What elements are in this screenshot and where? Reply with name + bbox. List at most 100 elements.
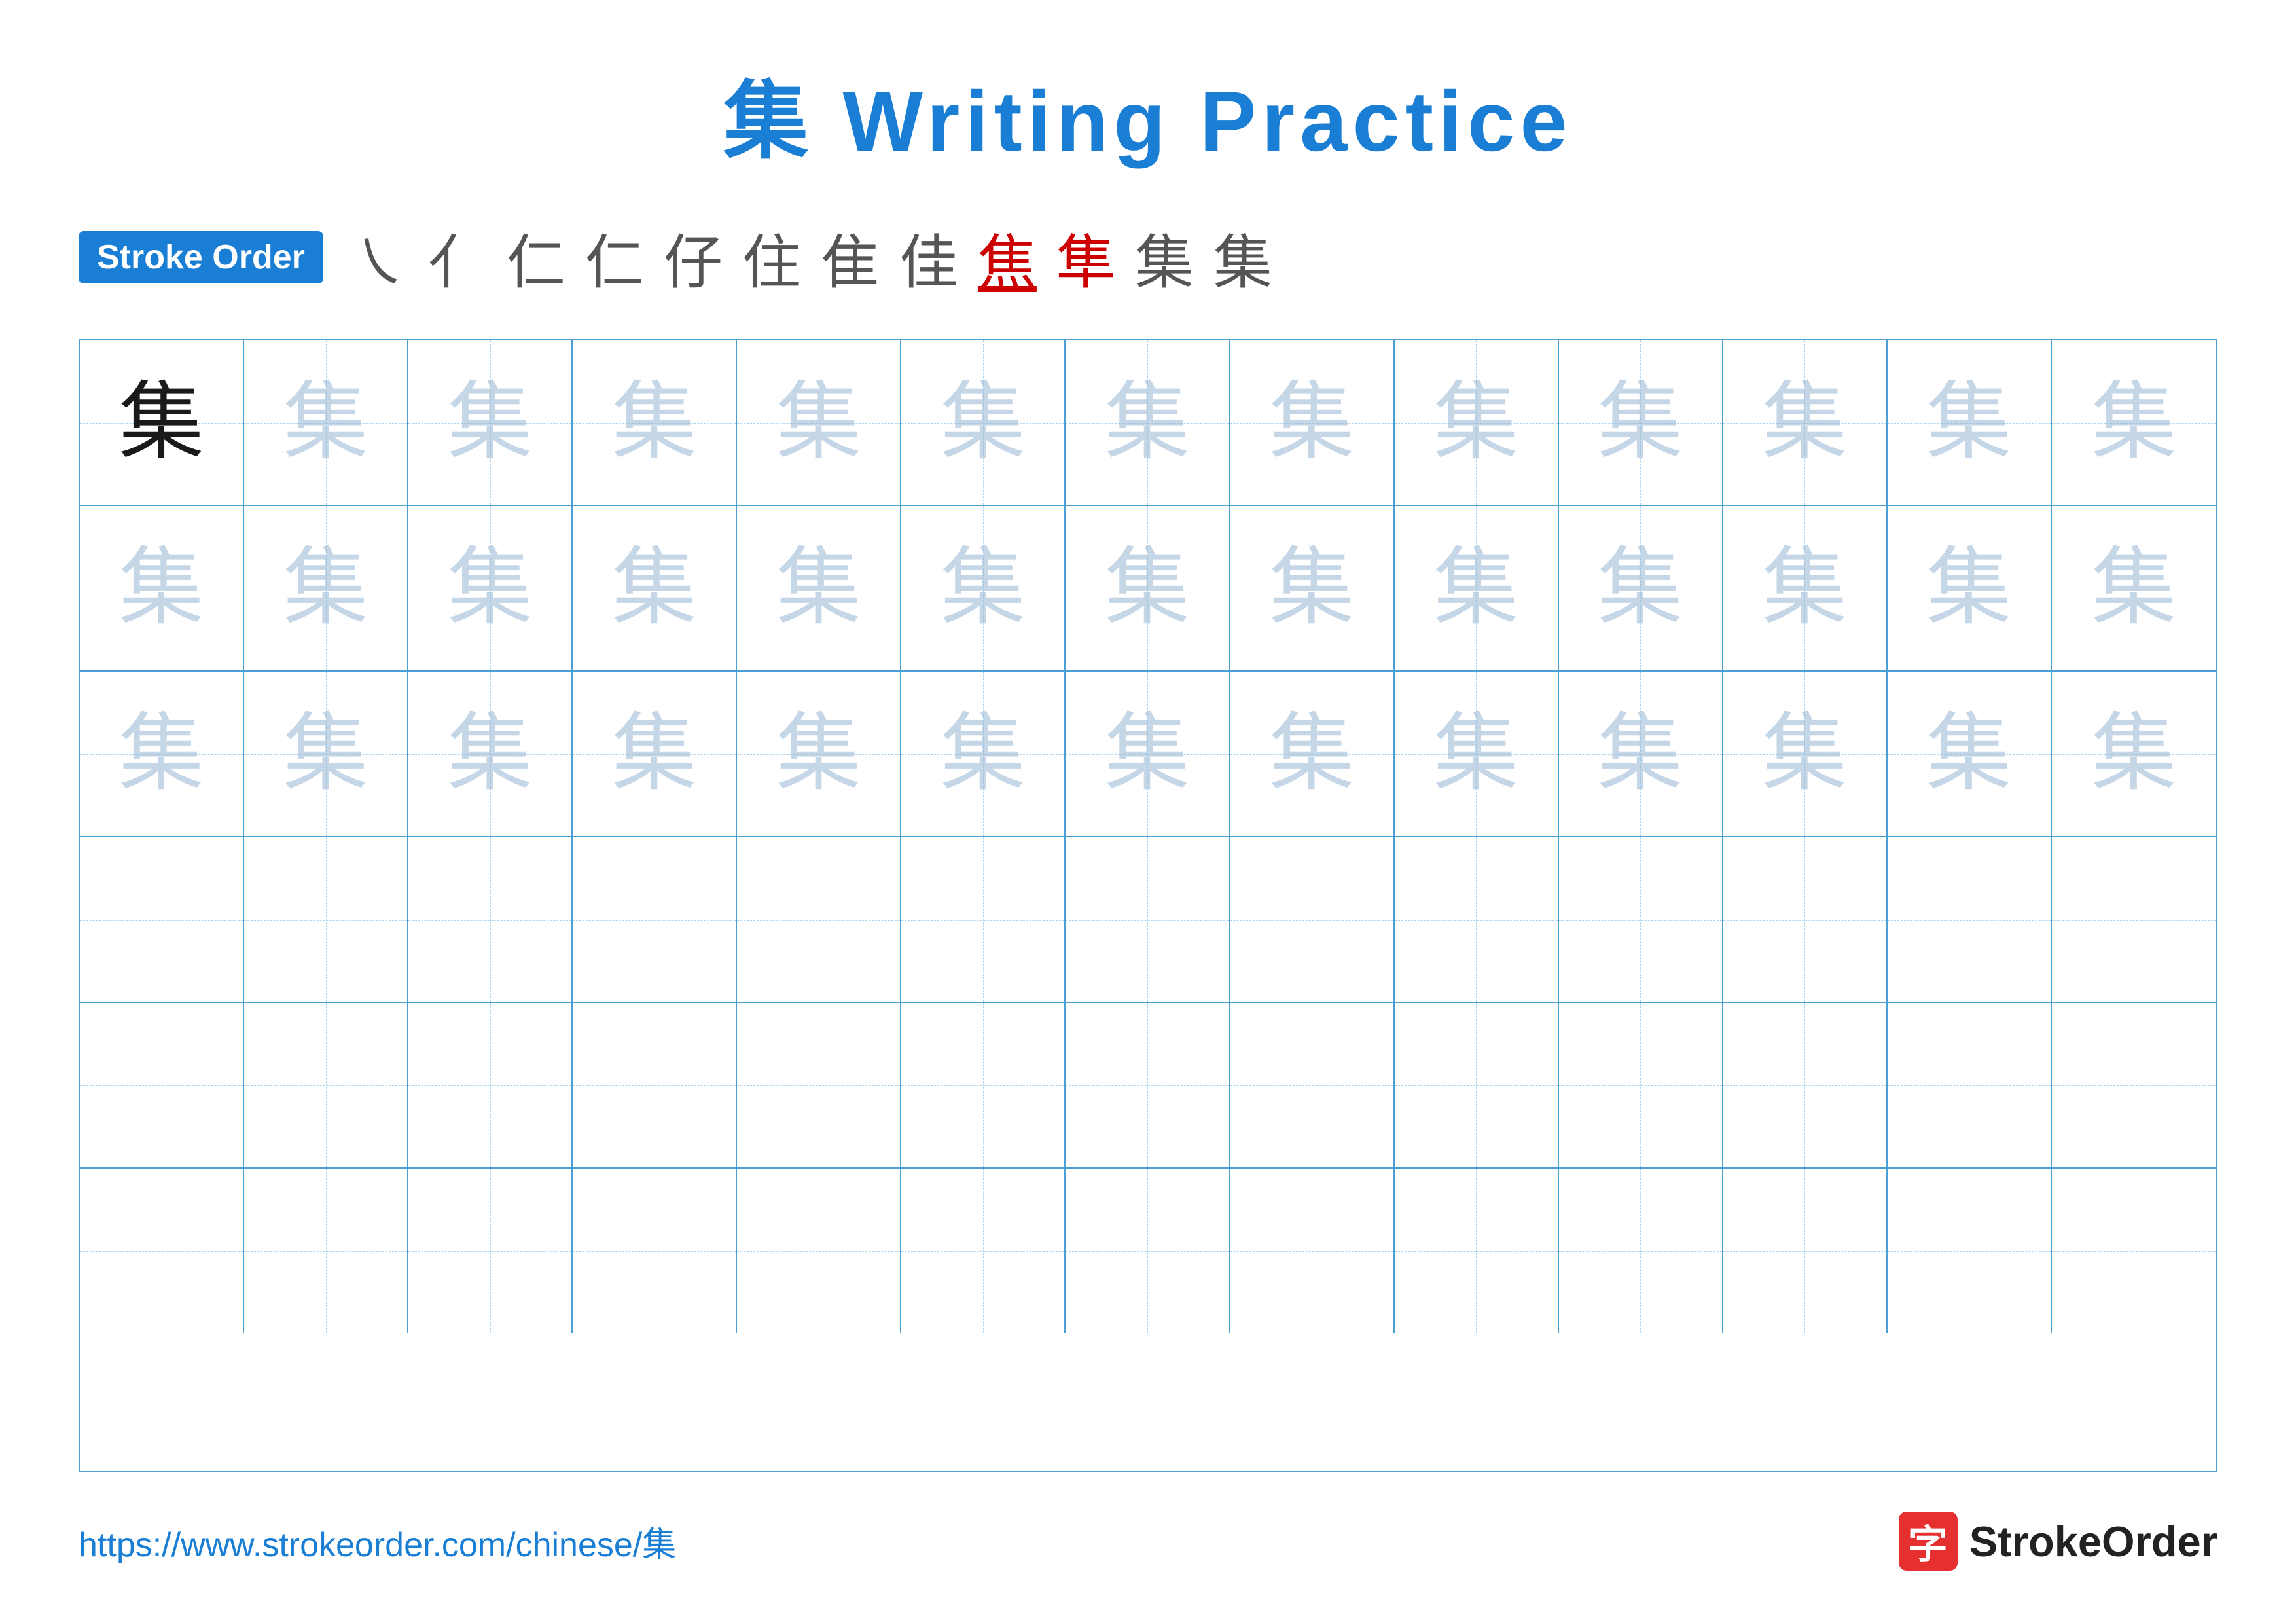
page-title: 集 Writing Practice bbox=[723, 52, 1572, 175]
grid-cell bbox=[1723, 837, 1888, 1002]
grid-cell bbox=[1066, 1169, 1230, 1333]
grid-cell bbox=[80, 1003, 244, 1167]
cell-character: 集 bbox=[1433, 546, 1518, 631]
grid-cell bbox=[901, 1169, 1066, 1333]
cell-character: 集 bbox=[283, 546, 368, 631]
cell-character: 集 bbox=[1598, 712, 1683, 797]
cell-character: 集 bbox=[448, 712, 533, 797]
grid-cell bbox=[408, 837, 573, 1002]
grid-cell bbox=[1230, 837, 1394, 1002]
grid-cell: 集 bbox=[901, 506, 1066, 670]
footer-url[interactable]: https://www.strokeorder.com/chinese/集 bbox=[79, 1517, 676, 1566]
cell-character: 集 bbox=[612, 546, 697, 631]
cell-character: 集 bbox=[1269, 380, 1354, 465]
stroke-11: 集 bbox=[1135, 215, 1194, 300]
cell-character: 集 bbox=[1762, 546, 1847, 631]
cell-character: 集 bbox=[612, 380, 697, 465]
cell-character: 集 bbox=[1105, 712, 1190, 797]
grid-cell: 集 bbox=[1559, 506, 1723, 670]
grid-cell: 集 bbox=[1888, 506, 2052, 670]
grid-cell: 集 bbox=[901, 672, 1066, 836]
grid-cell bbox=[1723, 1003, 1888, 1167]
stroke-9: 焦 bbox=[978, 215, 1037, 300]
stroke-8: 佳 bbox=[899, 215, 958, 300]
cell-character: 集 bbox=[1926, 546, 2011, 631]
stroke-2: 亻 bbox=[428, 215, 487, 300]
grid-cell: 集 bbox=[737, 672, 901, 836]
cell-character: 集 bbox=[1926, 380, 2011, 465]
stroke-3: 仁 bbox=[507, 215, 565, 300]
grid-cell: 集 bbox=[80, 340, 244, 505]
grid-cell bbox=[80, 837, 244, 1002]
grid-cell: 集 bbox=[1395, 672, 1559, 836]
grid-cell: 集 bbox=[2052, 506, 2216, 670]
grid-cell: 集 bbox=[408, 672, 573, 836]
cell-character: 集 bbox=[941, 380, 1026, 465]
stroke-chars: ㇏ 亻 仁 仁 仔 住 隹 佳 焦 隼 集 集 bbox=[350, 215, 1272, 300]
cell-character: 集 bbox=[776, 546, 861, 631]
cell-character: 集 bbox=[941, 712, 1026, 797]
grid-cell: 集 bbox=[1066, 340, 1230, 505]
grid-cell bbox=[244, 1003, 408, 1167]
cell-character: 集 bbox=[1105, 546, 1190, 631]
cell-character: 集 bbox=[283, 380, 368, 465]
grid-row bbox=[80, 1169, 2216, 1333]
stroke-6: 住 bbox=[742, 215, 801, 300]
grid-cell: 集 bbox=[2052, 340, 2216, 505]
grid-cell: 集 bbox=[1066, 506, 1230, 670]
grid-cell: 集 bbox=[1395, 506, 1559, 670]
footer-logo: 字 StrokeOrder bbox=[1899, 1512, 2217, 1571]
cell-character: 集 bbox=[941, 546, 1026, 631]
grid-cell bbox=[1888, 1003, 2052, 1167]
grid-cell: 集 bbox=[1888, 672, 2052, 836]
cell-character: 集 bbox=[283, 712, 368, 797]
cell-character: 集 bbox=[1598, 546, 1683, 631]
cell-character: 集 bbox=[2091, 380, 2176, 465]
grid-cell bbox=[1559, 1169, 1723, 1333]
grid-cell bbox=[737, 1003, 901, 1167]
grid-cell bbox=[901, 1003, 1066, 1167]
cell-character: 集 bbox=[1433, 712, 1518, 797]
grid-cell bbox=[1395, 1169, 1559, 1333]
cell-character: 集 bbox=[1762, 712, 1847, 797]
stroke-10: 隼 bbox=[1056, 215, 1115, 300]
grid-cell: 集 bbox=[244, 340, 408, 505]
stroke-12: 集 bbox=[1213, 215, 1272, 300]
cell-character: 集 bbox=[448, 546, 533, 631]
cell-character: 集 bbox=[776, 712, 861, 797]
cell-character: 集 bbox=[448, 380, 533, 465]
grid-cell bbox=[1559, 1003, 1723, 1167]
page: 集 Writing Practice Stroke Order ㇏ 亻 仁 仁 … bbox=[0, 0, 2296, 1623]
grid-row bbox=[80, 1003, 2216, 1169]
cell-character: 集 bbox=[119, 546, 204, 631]
grid-cell bbox=[737, 837, 901, 1002]
grid-cell bbox=[1230, 1003, 1394, 1167]
grid-cell bbox=[2052, 837, 2216, 1002]
cell-character: 集 bbox=[1269, 712, 1354, 797]
grid-cell: 集 bbox=[1230, 340, 1394, 505]
footer: https://www.strokeorder.com/chinese/集 字 … bbox=[79, 1512, 2217, 1571]
grid-cell: 集 bbox=[1723, 340, 1888, 505]
grid-cell bbox=[244, 1169, 408, 1333]
grid-cell bbox=[408, 1169, 573, 1333]
cell-character: 集 bbox=[2091, 712, 2176, 797]
cell-character: 集 bbox=[1926, 712, 2011, 797]
grid-cell: 集 bbox=[1559, 672, 1723, 836]
grid-cell: 集 bbox=[1723, 506, 1888, 670]
grid-cell: 集 bbox=[573, 340, 737, 505]
grid-row: 集集集集集集集集集集集集集 bbox=[80, 672, 2216, 837]
grid-cell bbox=[2052, 1169, 2216, 1333]
grid-cell bbox=[1395, 837, 1559, 1002]
cell-character: 集 bbox=[1269, 546, 1354, 631]
grid-cell: 集 bbox=[573, 672, 737, 836]
grid-cell bbox=[1723, 1169, 1888, 1333]
stroke-5: 仔 bbox=[664, 215, 723, 300]
grid-cell: 集 bbox=[1559, 340, 1723, 505]
grid-cell: 集 bbox=[80, 672, 244, 836]
grid-cell: 集 bbox=[244, 506, 408, 670]
grid-cell bbox=[901, 837, 1066, 1002]
grid-cell bbox=[1066, 837, 1230, 1002]
cell-character: 集 bbox=[612, 712, 697, 797]
grid-cell: 集 bbox=[1230, 672, 1394, 836]
grid-cell: 集 bbox=[1066, 672, 1230, 836]
